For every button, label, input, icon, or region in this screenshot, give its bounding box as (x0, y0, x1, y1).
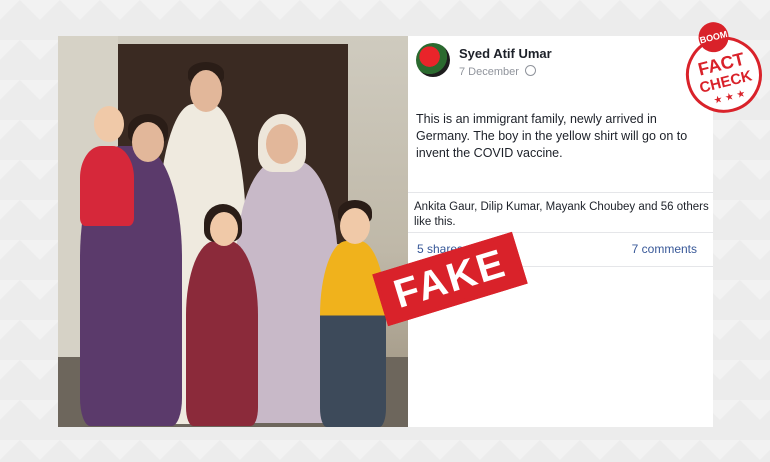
post-text: This is an immigrant family, newly arriv… (416, 112, 688, 160)
comments-count[interactable]: 7 comments (632, 242, 697, 256)
person-toddler (80, 146, 134, 226)
post-date[interactable]: 7 December (459, 66, 519, 78)
head-mother-right (266, 124, 298, 164)
head-father (190, 70, 222, 112)
person-boy-yellow-shirt (320, 241, 386, 427)
person-girl (186, 241, 258, 426)
family-photo (58, 36, 409, 427)
profile-picture[interactable] (416, 43, 450, 77)
head-mother-left (132, 122, 164, 162)
divider (408, 232, 713, 233)
facebook-post-card: Syed Atif Umar 7 December This is an imm… (408, 36, 713, 427)
post-likes[interactable]: Ankita Gaur, Dilip Kumar, Mayank Choubey… (414, 200, 709, 230)
head-toddler (94, 106, 124, 142)
globe-icon (525, 65, 536, 76)
head-boy (340, 208, 370, 244)
post-author[interactable]: Syed Atif Umar (459, 46, 552, 61)
head-girl (210, 212, 238, 246)
divider (408, 192, 713, 193)
